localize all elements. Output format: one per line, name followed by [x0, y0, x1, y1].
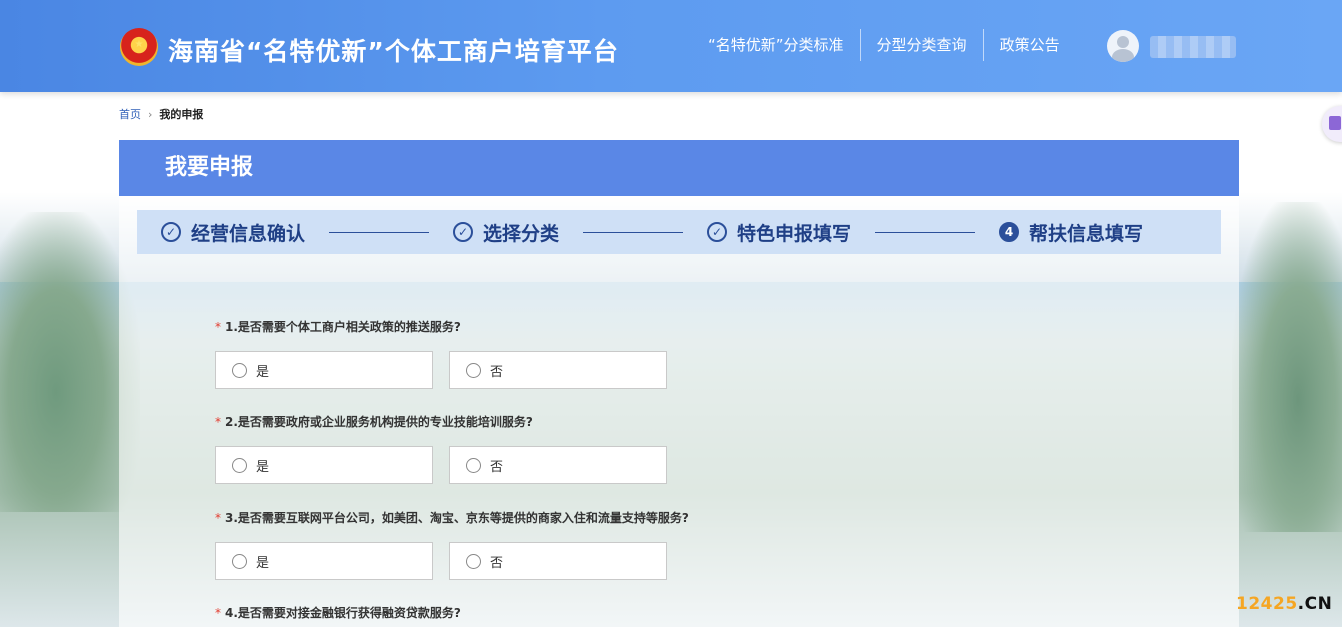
- question-3: * 3.是否需要互联网平台公司，如美团、淘宝、京东等提供的商家入住和流量支持等服务…: [215, 509, 689, 580]
- radio-group: 是 否: [215, 351, 667, 389]
- radio-circle-icon[interactable]: [232, 457, 247, 473]
- option-label: 否: [490, 459, 504, 475]
- question-4: * 4.是否需要对接金融银行获得融资贷款服务?: [215, 604, 461, 621]
- widget-icon: [1329, 116, 1341, 130]
- required-mark: *: [215, 320, 221, 334]
- national-emblem-icon: ★: [120, 28, 158, 66]
- username-blurred[interactable]: [1150, 36, 1236, 58]
- question-2: * 2.是否需要政府或企业服务机构提供的专业技能培训服务? 是 否: [215, 413, 667, 484]
- step-2: ✓ 选择分类: [453, 219, 559, 246]
- step-4: 4 帮扶信息填写: [999, 219, 1143, 246]
- panel-title: 我要申报: [119, 140, 1239, 196]
- radio-option-yes[interactable]: 是: [215, 351, 433, 389]
- site-header: ★ 海南省“名特优新”个体工商户培育平台 “名特优新”分类标准 分型分类查询 政…: [0, 0, 1342, 92]
- avatar[interactable]: [1107, 30, 1139, 62]
- breadcrumb-home[interactable]: 首页: [119, 106, 141, 122]
- step-1-label: 经营信息确认: [191, 222, 306, 245]
- top-nav: “名特优新”分类标准 分型分类查询 政策公告: [700, 29, 1076, 61]
- step-4-label: 帮扶信息填写: [1029, 222, 1144, 245]
- nav-classification-standard[interactable]: “名特优新”分类标准: [700, 29, 860, 61]
- radio-circle-icon[interactable]: [466, 362, 481, 378]
- radio-option-no[interactable]: 否: [449, 446, 667, 484]
- radio-group: 是 否: [215, 446, 667, 484]
- site-title: 海南省“名特优新”个体工商户培育平台: [168, 37, 619, 66]
- user-body-icon: [1112, 49, 1134, 62]
- radio-option-no[interactable]: 否: [449, 542, 667, 580]
- nav-policy-notice[interactable]: 政策公告: [982, 29, 1076, 61]
- step-bar: ✓ 经营信息确认 ✓ 选择分类 ✓ 特色申报填写 4 帮扶信息填写: [137, 210, 1221, 254]
- required-mark: *: [215, 606, 221, 620]
- option-label: 否: [490, 364, 504, 380]
- step-number-badge: 4: [999, 222, 1020, 242]
- site-watermark: 12425.CN: [1236, 594, 1333, 614]
- step-divider: [329, 231, 430, 233]
- question-text: 4.是否需要对接金融银行获得融资贷款服务?: [225, 606, 461, 620]
- option-label: 是: [256, 555, 270, 571]
- question-text: 2.是否需要政府或企业服务机构提供的专业技能培训服务?: [225, 415, 533, 429]
- required-mark: *: [215, 415, 221, 429]
- option-label: 否: [490, 555, 504, 571]
- hill-right-graphic: [1232, 202, 1342, 532]
- check-circle-icon: ✓: [161, 222, 181, 242]
- radio-group: 是 否: [215, 542, 689, 580]
- radio-circle-icon[interactable]: [466, 457, 481, 473]
- radio-circle-icon[interactable]: [232, 362, 247, 378]
- radio-option-yes[interactable]: 是: [215, 542, 433, 580]
- step-3: ✓ 特色申报填写: [707, 219, 851, 246]
- step-divider: [875, 231, 976, 233]
- check-circle-icon: ✓: [707, 222, 728, 242]
- question-text: 1.是否需要个体工商户相关政策的推送服务?: [225, 320, 461, 334]
- breadcrumb: 首页 › 我的申报: [119, 106, 203, 122]
- user-head-icon: [1117, 36, 1129, 48]
- nav-category-query[interactable]: 分型分类查询: [859, 29, 983, 61]
- question-text: 3.是否需要互联网平台公司，如美团、淘宝、京东等提供的商家入住和流量支持等服务?: [225, 511, 689, 525]
- breadcrumb-current: 我的申报: [159, 108, 204, 121]
- check-circle-icon: ✓: [453, 222, 474, 242]
- question-1: * 1.是否需要个体工商户相关政策的推送服务? 是 否: [215, 318, 667, 389]
- radio-circle-icon[interactable]: [466, 553, 481, 569]
- option-label: 是: [256, 364, 270, 380]
- required-mark: *: [215, 511, 221, 525]
- step-3-label: 特色申报填写: [737, 222, 852, 245]
- option-label: 是: [256, 459, 270, 475]
- step-divider: [583, 231, 684, 233]
- radio-circle-icon[interactable]: [232, 553, 247, 569]
- step-2-label: 选择分类: [483, 222, 560, 245]
- chevron-right-icon: ›: [148, 107, 153, 121]
- radio-option-yes[interactable]: 是: [215, 446, 433, 484]
- step-1: ✓ 经营信息确认: [161, 219, 305, 246]
- radio-option-no[interactable]: 否: [449, 351, 667, 389]
- declaration-panel: 我要申报 ✓ 经营信息确认 ✓ 选择分类 ✓ 特色申报填写 4 帮扶信息填写 *…: [119, 140, 1239, 627]
